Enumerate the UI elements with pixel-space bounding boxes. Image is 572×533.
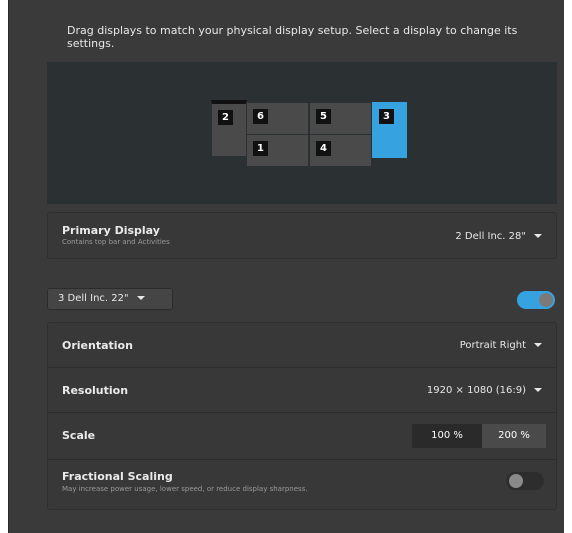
orientation-label: Orientation <box>62 339 133 352</box>
monitor-number: 2 <box>218 110 233 125</box>
primary-display-subtitle: Contains top bar and Activities <box>62 238 170 246</box>
toggle-knob <box>539 293 553 307</box>
monitor-number: 3 <box>379 109 394 124</box>
scale-100-button[interactable]: 100 % <box>412 424 482 448</box>
resolution-value: 1920 × 1080 (16:9) <box>426 385 526 396</box>
resolution-dropdown[interactable]: 1920 × 1080 (16:9) <box>427 385 542 396</box>
primary-display-label: Primary Display <box>62 224 160 237</box>
display-selector-dropdown[interactable]: 3 Dell Inc. 22" <box>47 288 173 310</box>
monitor-5[interactable]: 5 <box>309 102 372 135</box>
display-arrangement-area[interactable]: 2 6 1 5 4 3 <box>47 62 557 204</box>
monitor-4[interactable]: 4 <box>309 134 372 167</box>
chevron-down-icon <box>136 296 145 300</box>
fractional-scaling-subtitle: May increase power usage, lower speed, o… <box>62 485 308 493</box>
toggle-knob <box>509 474 523 488</box>
fractional-scaling-label: Fractional Scaling <box>62 470 173 483</box>
monitor-2[interactable]: 2 <box>211 100 247 157</box>
monitor-number: 4 <box>316 141 331 156</box>
instructions-text: Drag displays to match your physical dis… <box>67 24 518 50</box>
resolution-label: Resolution <box>62 384 129 397</box>
scale-200-button[interactable]: 200 % <box>482 424 546 448</box>
orientation-value: Portrait Right <box>459 340 526 351</box>
scale-row: Scale 100 % 200 % <box>48 413 556 459</box>
chevron-down-icon <box>534 234 542 238</box>
window: Drag displays to match your physical dis… <box>8 0 572 533</box>
display-enabled-toggle[interactable] <box>517 291 555 309</box>
display-settings-card: Orientation Portrait Right Resolution 19… <box>47 322 557 510</box>
orientation-dropdown[interactable]: Portrait Right <box>460 340 542 351</box>
display-selector-value: 3 Dell Inc. 22" <box>58 293 129 304</box>
fractional-scaling-row[interactable]: Fractional Scaling May increase power us… <box>48 460 556 510</box>
chevron-down-icon <box>534 343 542 347</box>
resolution-row[interactable]: Resolution 1920 × 1080 (16:9) <box>48 368 556 412</box>
displays-settings-panel: Drag displays to match your physical dis… <box>8 0 564 533</box>
monitor-1[interactable]: 1 <box>246 134 309 167</box>
monitor-number: 6 <box>253 109 268 124</box>
monitor-6[interactable]: 6 <box>246 102 309 135</box>
primary-display-dropdown[interactable]: 2 Dell Inc. 28" <box>455 231 542 242</box>
fractional-scaling-toggle[interactable] <box>506 472 544 490</box>
chevron-down-icon <box>534 388 542 392</box>
scale-label: Scale <box>62 429 96 442</box>
monitor-3[interactable]: 3 <box>372 102 407 158</box>
orientation-row[interactable]: Orientation Portrait Right <box>48 323 556 367</box>
primary-display-row[interactable]: Primary Display Contains top bar and Act… <box>47 212 557 259</box>
monitor-number: 1 <box>253 141 268 156</box>
monitor-number: 5 <box>316 109 331 124</box>
primary-display-value: 2 Dell Inc. 28" <box>455 231 526 242</box>
